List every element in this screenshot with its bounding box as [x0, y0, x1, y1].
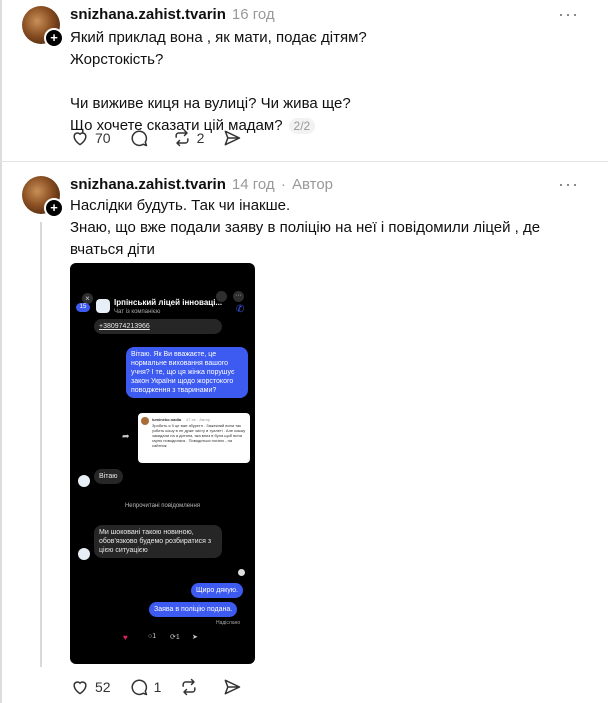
page-indicator: 2/2 — [288, 118, 316, 134]
username[interactable]: snizhana.zahist.tvarin — [70, 6, 226, 23]
thread-line — [40, 222, 42, 667]
post-line: вчаться діти — [70, 241, 155, 258]
post-header: snizhana.zahist.tvarin 16 год — [70, 6, 275, 23]
post-divider — [0, 161, 608, 162]
timestamp[interactable]: 14 год — [232, 176, 275, 193]
unread-badge: 15 — [76, 303, 90, 312]
outgoing-message: Заява в поліцію подана. — [149, 602, 238, 617]
like-count: 52 — [95, 679, 111, 695]
quoted-text: Зробить я її це вже збурєтн . Зажекний в… — [152, 423, 246, 448]
post-line: Наслідки будуть. Так чи інакше. — [70, 197, 291, 214]
comment-count: 1 — [153, 679, 162, 695]
avatar[interactable]: + — [22, 6, 64, 48]
follow-plus-icon[interactable]: + — [44, 198, 64, 218]
quoted-meta: 47 хв · Автор — [186, 417, 211, 422]
action-bar: 70 2 — [70, 128, 265, 148]
share-icon — [224, 130, 241, 146]
quoted-post-card: lumineko.nadia 47 хв · Автор Зробить я ї… — [138, 413, 250, 463]
avatar[interactable]: + — [22, 176, 64, 218]
follow-plus-icon[interactable]: + — [44, 28, 64, 48]
comment-button[interactable] — [129, 128, 154, 148]
seen-avatar — [238, 569, 245, 576]
comment-button[interactable]: 1 — [129, 677, 162, 697]
author-badge: Автор — [291, 176, 334, 193]
post-line: Чи виживе киця на вулиці? Чи жива ще? — [70, 95, 351, 112]
bookmark-icon — [216, 291, 227, 302]
comment-icon — [131, 679, 147, 696]
share-button[interactable] — [222, 677, 247, 697]
chat-subtitle: Чат із компанією — [114, 309, 161, 315]
post-text: Наслідки будуть. Так чи інакше. Знаю, що… — [70, 195, 540, 261]
heart-icon — [73, 681, 87, 695]
post-line: Жорстокість? — [70, 51, 164, 68]
repost-count: 2 — [196, 130, 205, 146]
like-count: 70 — [95, 130, 111, 146]
left-border — [0, 0, 2, 703]
post-line: Який приклад вона , як мати, подає дітям… — [70, 29, 367, 46]
outgoing-message: Вітаю. Як Ви вважаєте, це нормальне вихо… — [126, 347, 248, 398]
phone-message: +380974213966 — [94, 319, 222, 334]
repost-icon — [174, 129, 189, 147]
phone-icon: ✆ — [236, 304, 245, 315]
incoming-message: Ми шоковані такою новиною, обов'язково б… — [94, 525, 222, 558]
outgoing-message: Щиро дякую. — [191, 583, 243, 598]
comment-icon — [131, 130, 147, 147]
action-bar: 52 1 — [70, 677, 265, 697]
heart-icon: ♥ — [123, 633, 128, 642]
share-icon — [224, 679, 241, 695]
sender-avatar — [78, 548, 90, 560]
post-line: Знаю, що вже подали заяву в поліцію на н… — [70, 219, 541, 236]
more-options-icon[interactable]: ··· — [558, 4, 579, 25]
sent-status: Надіслано — [216, 620, 241, 626]
repost-icon — [182, 678, 196, 696]
attached-screenshot[interactable]: × 15 Ірпінський ліцей інноваці... Чат із… — [70, 263, 255, 664]
quoted-username: lumineko.nadia — [152, 417, 182, 422]
repost-button[interactable]: 2 — [172, 128, 205, 148]
incoming-message: Вітаю — [94, 469, 123, 484]
username[interactable]: snizhana.zahist.tvarin — [70, 176, 226, 193]
quoted-avatar — [141, 417, 149, 425]
share-icon: ➤ — [192, 634, 198, 641]
post-text: Який приклад вона , як мати, подає дітям… — [70, 27, 367, 137]
like-button[interactable]: 52 — [70, 677, 111, 697]
chat-title: Ірпінський ліцей інноваці... — [114, 298, 223, 307]
author-separator: · — [280, 176, 286, 193]
menu-icon: ··· — [233, 291, 244, 302]
repost-icon: ⟳1 — [170, 634, 180, 641]
share-button[interactable] — [222, 128, 247, 148]
unread-separator: Непрочитані повідомлення — [124, 503, 201, 509]
post-header: snizhana.zahist.tvarin 14 год · Автор — [70, 176, 333, 193]
comment-icon: ○1 — [148, 633, 157, 640]
sender-avatar — [78, 475, 90, 487]
repost-button[interactable] — [179, 677, 204, 697]
heart-icon — [73, 132, 87, 146]
forward-icon: ➦ — [122, 431, 130, 441]
chat-avatar — [96, 299, 110, 313]
like-button[interactable]: 70 — [70, 128, 111, 148]
more-options-icon[interactable]: ··· — [558, 174, 579, 195]
timestamp[interactable]: 16 год — [232, 6, 275, 23]
